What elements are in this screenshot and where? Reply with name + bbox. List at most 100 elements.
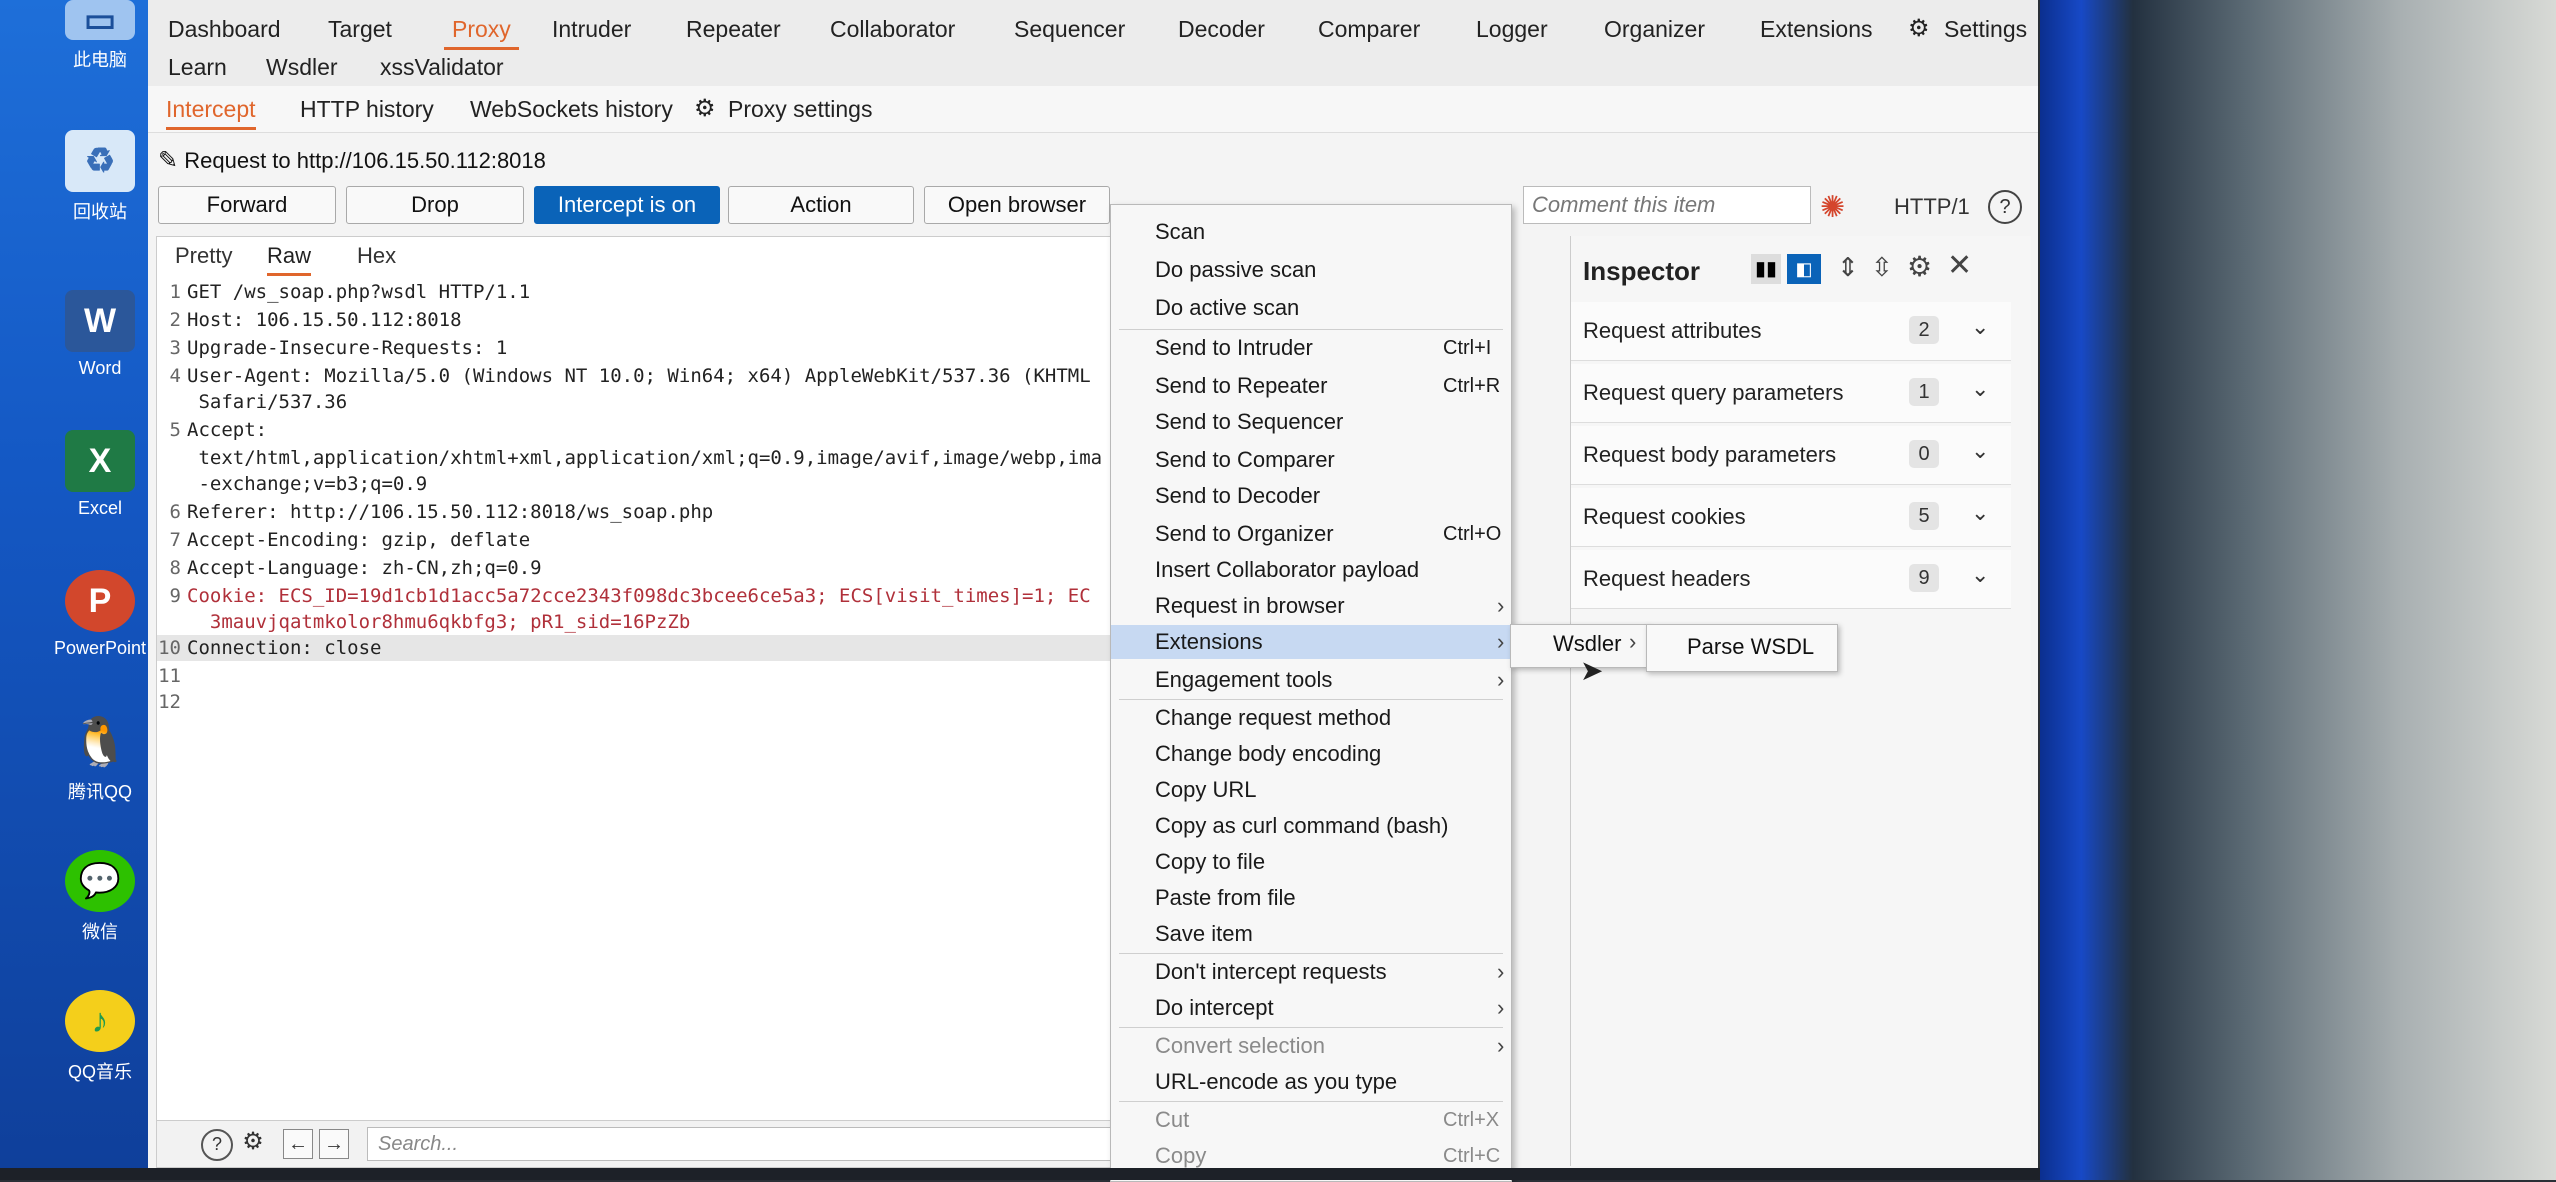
menu-decoder[interactable]: Decoder <box>1178 16 1265 43</box>
gear-icon[interactable]: ⚙ <box>1908 14 1930 43</box>
desktop-icon-wechat[interactable]: 💬 微信 <box>50 850 150 944</box>
menu-organizer[interactable]: Organizer <box>1604 16 1705 43</box>
inspector-row-cookies[interactable]: Request cookies 5 ⌄ <box>1571 488 2011 547</box>
desktop-icon-recycle-bin[interactable]: ♻ 回收站 <box>50 130 150 224</box>
menu-item-passive-scan[interactable]: Do passive scan <box>1111 253 1511 287</box>
desktop-icon-qq[interactable]: 🐧 腾讯QQ <box>50 710 150 804</box>
gear-icon[interactable]: ⚙ <box>239 1129 267 1157</box>
menu-item-send-to-sequencer[interactable]: Send to Sequencer <box>1111 405 1511 439</box>
code-line: 4 User-Agent: Mozilla/5.0 (Windows NT 10.… <box>157 363 1117 389</box>
action-button[interactable]: Action <box>728 186 914 224</box>
desktop-icon-qqmusic[interactable]: ♪ QQ音乐 <box>50 990 150 1084</box>
menu-item-request-in-browser[interactable]: Request in browser › <box>1111 589 1511 623</box>
code-line: 6 Referer: http://106.15.50.112:8018/ws_s… <box>157 499 1117 525</box>
menu-item-cut[interactable]: Cut Ctrl+X <box>1111 1103 1511 1137</box>
menu-item-copy-url[interactable]: Copy URL <box>1111 773 1511 807</box>
tab-proxy-settings[interactable]: Proxy settings <box>728 96 872 123</box>
menu-proxy[interactable]: Proxy <box>444 16 519 50</box>
menu-item-paste-from-file[interactable]: Paste from file <box>1111 881 1511 915</box>
menu-item-do-intercept[interactable]: Do intercept › <box>1111 991 1511 1025</box>
menu-separator <box>1119 699 1503 700</box>
drop-button[interactable]: Drop <box>346 186 524 224</box>
inspector-row-body-parameters[interactable]: Request body parameters 0 ⌄ <box>1571 426 2011 485</box>
parse-wsdl-item[interactable]: Parse WSDL <box>1687 634 1814 660</box>
tab-raw[interactable]: Raw <box>267 243 312 276</box>
menu-xssvalidator[interactable]: xssValidator <box>380 54 504 81</box>
highlight-color-icon[interactable]: ✺ <box>1820 190 1845 225</box>
menu-item-send-to-decoder[interactable]: Send to Decoder <box>1111 479 1511 513</box>
menu-item-copy-to-file[interactable]: Copy to file <box>1111 845 1511 879</box>
menu-target[interactable]: Target <box>328 16 392 43</box>
menu-item-convert-selection[interactable]: Convert selection › <box>1111 1029 1511 1063</box>
tab-pretty[interactable]: Pretty <box>175 243 232 269</box>
request-editor[interactable]: Pretty Raw Hex 1 GET /ws_soap.php?wsdl HT… <box>156 236 1119 1168</box>
desktop-icon-excel[interactable]: X Excel <box>50 430 150 519</box>
chevron-down-icon: ⌄ <box>1971 438 1990 463</box>
tab-websockets-history[interactable]: WebSockets history <box>470 96 673 123</box>
menu-item-scan[interactable]: Scan <box>1111 215 1511 249</box>
line-text: Connection: close <box>187 637 382 659</box>
desktop-icon-powerpoint[interactable]: P PowerPoint <box>50 570 150 659</box>
chevron-right-icon: › <box>1629 629 1637 654</box>
help-icon[interactable]: ? <box>201 1129 233 1161</box>
menu-item-send-to-intruder[interactable]: Send to Intruder Ctrl+I <box>1111 331 1511 365</box>
menu-item-change-body-encoding[interactable]: Change body encoding <box>1111 737 1511 771</box>
desktop-icon-computer[interactable]: ▭ 此电脑 <box>50 0 150 72</box>
menu-item-copy-as-curl[interactable]: Copy as curl command (bash) <box>1111 809 1511 843</box>
menu-settings[interactable]: Settings <box>1944 16 2027 43</box>
menu-logger[interactable]: Logger <box>1476 16 1548 43</box>
menu-collaborator[interactable]: Collaborator <box>830 16 955 43</box>
request-title: Request to http://106.15.50.112:8018 <box>184 148 546 173</box>
menu-sequencer[interactable]: Sequencer <box>1014 16 1125 43</box>
menu-repeater[interactable]: Repeater <box>686 16 781 43</box>
menu-item-save-item[interactable]: Save item <box>1111 917 1511 951</box>
menu-item-extensions[interactable]: Extensions › <box>1111 625 1511 659</box>
collapse-all-icon[interactable]: ⇳ <box>1871 252 1893 283</box>
tab-http-history[interactable]: HTTP history <box>300 96 434 123</box>
menu-intruder[interactable]: Intruder <box>552 16 631 43</box>
menu-item-send-to-comparer[interactable]: Send to Comparer <box>1111 443 1511 477</box>
menu-item-insert-collaborator-payload[interactable]: Insert Collaborator payload <box>1111 553 1511 587</box>
gear-icon[interactable]: ⚙ <box>1907 250 1932 283</box>
help-icon[interactable]: ? <box>1988 190 2022 224</box>
menu-comparer[interactable]: Comparer <box>1318 16 1420 43</box>
expand-all-icon[interactable]: ⇕ <box>1837 252 1859 283</box>
desktop-icon-label: 回收站 <box>73 202 127 222</box>
menu-item-send-to-organizer[interactable]: Send to Organizer Ctrl+O <box>1111 517 1511 551</box>
menu-item-change-request-method[interactable]: Change request method <box>1111 701 1511 735</box>
chevron-down-icon: ⌄ <box>1971 314 1990 339</box>
line-text: Referer: http://106.15.50.112:8018/ws_so… <box>187 501 714 523</box>
inspector-row-query-parameters[interactable]: Request query parameters 1 ⌄ <box>1571 364 2011 423</box>
menu-wsdler[interactable]: Wsdler <box>266 54 338 81</box>
pencil-icon[interactable]: ✎ <box>158 147 178 174</box>
code-line: 9 Cookie: ECS_ID=19d1cb1d1acc5a72cce2343f… <box>157 583 1117 609</box>
forward-button[interactable]: Forward <box>158 186 336 224</box>
search-input[interactable]: Search... <box>367 1127 1119 1161</box>
inspector-title: Inspector <box>1583 256 1701 286</box>
code-line: 12 <box>157 689 1117 715</box>
menu-item-url-encode-as-you-type[interactable]: URL-encode as you type <box>1111 1065 1511 1099</box>
close-icon[interactable]: ✕ <box>1947 248 1972 283</box>
menu-item-dont-intercept[interactable]: Don't intercept requests › <box>1111 955 1511 989</box>
menu-item-engagement-tools[interactable]: Engagement tools › <box>1111 663 1511 697</box>
main-menubar: Dashboard Target Proxy Intruder Repeater… <box>148 0 2038 87</box>
comment-input[interactable]: Comment this item <box>1523 186 1811 224</box>
open-browser-button[interactable]: Open browser <box>924 186 1110 224</box>
tab-hex[interactable]: Hex <box>357 243 396 269</box>
layout-list-icon[interactable]: ▮▮ <box>1751 254 1781 284</box>
back-arrow-icon[interactable]: ← <box>283 1129 313 1159</box>
layout-split-icon[interactable]: ◧ <box>1787 254 1821 284</box>
menu-extensions[interactable]: Extensions <box>1760 16 1873 43</box>
http-version-label[interactable]: HTTP/1 <box>1894 194 1970 220</box>
tab-intercept[interactable]: Intercept <box>166 96 256 130</box>
menu-learn[interactable]: Learn <box>168 54 227 81</box>
inspector-row-headers[interactable]: Request headers 9 ⌄ <box>1571 550 2011 609</box>
forward-arrow-icon[interactable]: → <box>319 1129 349 1159</box>
inspector-row-request-attributes[interactable]: Request attributes 2 ⌄ <box>1571 302 2011 361</box>
inspector-row-label: Request cookies <box>1583 504 1746 529</box>
menu-item-send-to-repeater[interactable]: Send to Repeater Ctrl+R <box>1111 369 1511 403</box>
intercept-toggle-button[interactable]: Intercept is on <box>534 186 720 224</box>
desktop-icon-word[interactable]: W Word <box>50 290 150 379</box>
menu-item-active-scan[interactable]: Do active scan <box>1111 291 1511 325</box>
menu-dashboard[interactable]: Dashboard <box>168 16 281 43</box>
